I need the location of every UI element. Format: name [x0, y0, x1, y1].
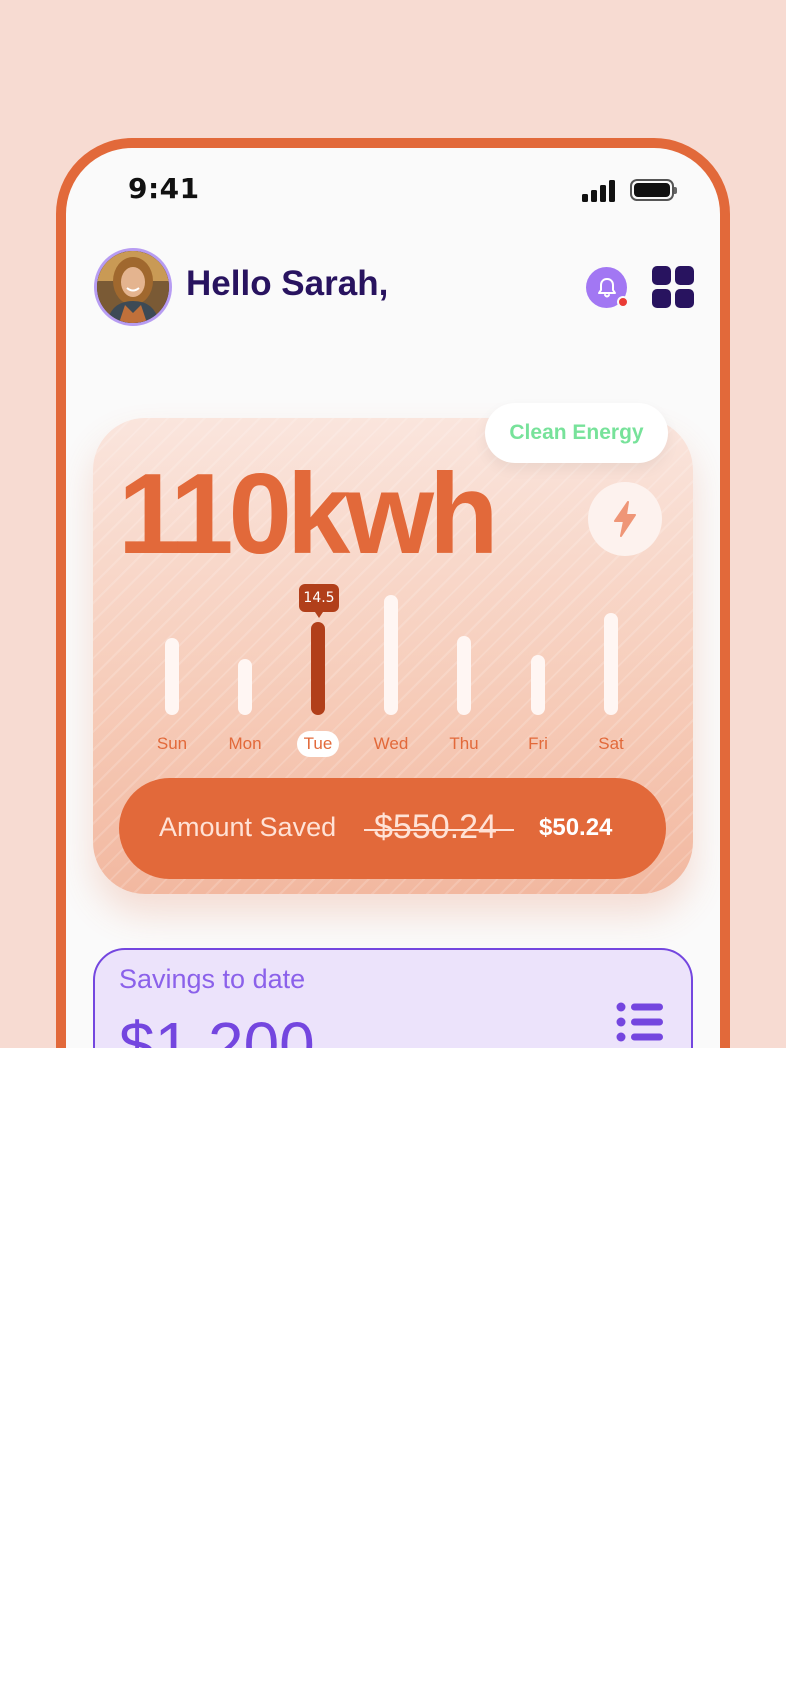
- strikethrough-line: [364, 829, 514, 831]
- bar-sun[interactable]: [165, 638, 179, 715]
- bar-sat[interactable]: [604, 613, 618, 715]
- amount-saved-label: Amount Saved: [159, 812, 337, 842]
- bar-wed[interactable]: [384, 595, 398, 715]
- savings-amount: $1,200: [119, 1009, 315, 1048]
- day-label-thu[interactable]: Thu: [434, 731, 494, 757]
- page-backdrop: 9:41 Hello Sarah, Clean Energy 110kwh Su…: [0, 0, 786, 1048]
- avatar[interactable]: [94, 248, 172, 326]
- saved-amount: $50.24: [539, 814, 613, 841]
- day-label-sat[interactable]: Sat: [581, 731, 641, 757]
- original-amount: $550.24: [374, 808, 497, 846]
- bar-thu[interactable]: [457, 636, 471, 715]
- cellular-signal-icon: [582, 178, 615, 202]
- lightning-bolt-icon: [614, 501, 636, 537]
- day-label-sun[interactable]: Sun: [142, 731, 202, 757]
- bell-icon: [597, 277, 616, 297]
- clean-energy-badge: Clean Energy: [485, 403, 668, 463]
- status-time: 9:41: [128, 172, 200, 205]
- day-label-mon[interactable]: Mon: [215, 731, 275, 757]
- greeting-heading: Hello Sarah,: [186, 264, 389, 303]
- energy-action-button[interactable]: [588, 482, 662, 556]
- bar-mon[interactable]: [238, 658, 252, 715]
- day-label-tue[interactable]: Tue: [297, 731, 339, 757]
- phone-frame: 9:41 Hello Sarah, Clean Energy 110kwh Su…: [56, 138, 730, 1048]
- day-label-wed[interactable]: Wed: [361, 731, 421, 757]
- energy-reading: 110kwh: [118, 451, 499, 578]
- savings-label: Savings to date: [119, 964, 306, 994]
- battery-icon: [630, 179, 677, 201]
- notification-badge: [617, 296, 629, 308]
- bar-tue[interactable]: [311, 622, 325, 715]
- list-icon[interactable]: [616, 1002, 664, 1042]
- grid-menu-icon[interactable]: [652, 266, 694, 308]
- day-label-fri[interactable]: Fri: [508, 731, 568, 757]
- notification-button[interactable]: [586, 267, 629, 308]
- selected-day-tooltip: 14.5: [299, 584, 339, 618]
- bar-fri[interactable]: [531, 655, 545, 715]
